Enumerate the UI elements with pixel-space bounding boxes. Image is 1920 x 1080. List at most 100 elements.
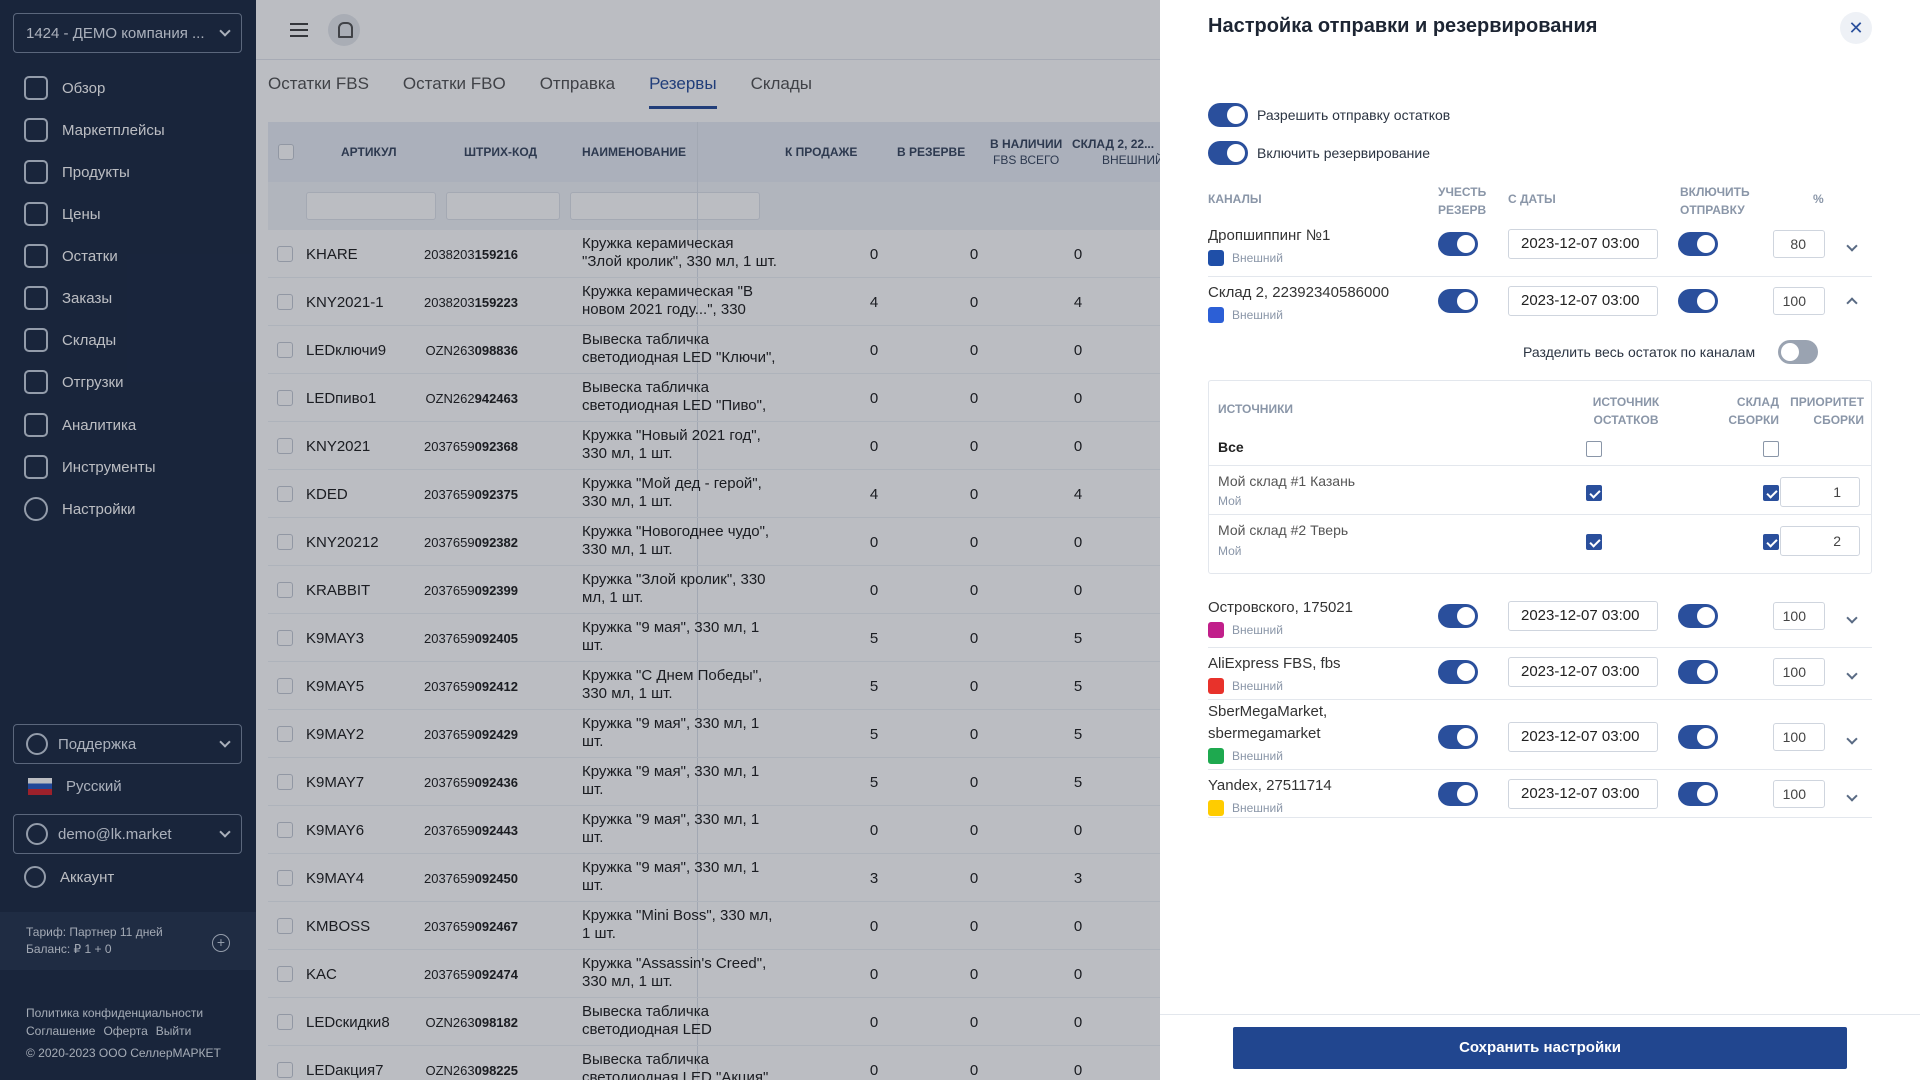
from-date-input[interactable]: 2023-12-07 03:00 xyxy=(1508,229,1658,259)
channel-name-line2: sbermegamarket xyxy=(1208,725,1321,742)
divider xyxy=(1209,465,1871,466)
all-source-checkbox[interactable] xyxy=(1586,441,1602,457)
expand-chevron-icon[interactable] xyxy=(1846,609,1858,626)
channel-type-label: Внешний xyxy=(1232,749,1283,763)
save-bar: Сохранить настройки xyxy=(1160,1014,1920,1080)
split-stock-label: Разделить весь остаток по каналам xyxy=(1523,344,1756,360)
percent-input[interactable]: 100 xyxy=(1773,287,1825,315)
send-header-line1: ВКЛЮЧИТЬ xyxy=(1680,185,1750,199)
channel-name: Островского, 175021 xyxy=(1208,599,1353,616)
from-date-header: С ДАТЫ xyxy=(1508,192,1556,206)
channel-name: Склад 2, 22392340586000 xyxy=(1208,284,1390,301)
from-date-input[interactable]: 2023-12-07 03:00 xyxy=(1508,601,1658,631)
assembly-checkbox[interactable] xyxy=(1763,485,1779,501)
percent-input[interactable]: 100 xyxy=(1773,602,1825,630)
send-header: ВКЛЮЧИТЬ ОТПРАВКУ xyxy=(1680,183,1750,219)
marketplace-icon xyxy=(1208,748,1224,764)
sources-header: ИСТОЧНИКИ xyxy=(1218,402,1294,416)
reserve-toggle[interactable] xyxy=(1438,289,1478,313)
channel-name-line1: SberMegaMarket, xyxy=(1208,703,1328,720)
priority-header: ПРИОРИТЕТ СБОРКИ xyxy=(1784,393,1864,429)
reserve-toggle[interactable] xyxy=(1438,660,1478,684)
reserve-toggle[interactable] xyxy=(1438,604,1478,628)
assembly-checkbox[interactable] xyxy=(1763,534,1779,550)
reserve-toggle[interactable] xyxy=(1438,232,1478,256)
close-icon[interactable]: ✕ xyxy=(1840,12,1872,44)
all-assembly-checkbox[interactable] xyxy=(1763,441,1779,457)
source-name: Мой склад #1 Казань xyxy=(1218,473,1356,489)
priority-header-line1: ПРИОРИТЕТ xyxy=(1790,395,1864,409)
percent-input[interactable]: 80 xyxy=(1773,230,1825,258)
from-date-input[interactable]: 2023-12-07 03:00 xyxy=(1508,657,1658,687)
percent-input[interactable]: 100 xyxy=(1773,658,1825,686)
reserve-toggle[interactable] xyxy=(1438,782,1478,806)
modal-overlay[interactable] xyxy=(0,0,1160,1080)
source-stock-checkbox[interactable] xyxy=(1586,534,1602,550)
from-date-input[interactable]: 2023-12-07 03:00 xyxy=(1508,779,1658,809)
assembly-wh-header: СКЛАД СБОРКИ xyxy=(1709,393,1779,429)
marketplace-icon xyxy=(1208,678,1224,694)
send-toggle[interactable] xyxy=(1678,725,1718,749)
channel-name: Дропшиппинг №1 xyxy=(1208,227,1331,244)
assembly-wh-header-line1: СКЛАД xyxy=(1736,395,1779,409)
marketplace-icon xyxy=(1208,307,1224,323)
channel-type-label: Внешний xyxy=(1232,801,1283,815)
channel-name: Yandex, 27511714 xyxy=(1208,777,1332,794)
channel-type-label: Внешний xyxy=(1232,308,1283,322)
channel-row: Дропшиппинг №1 Внешний 2023-12-07 03:00 80 xyxy=(1208,220,1872,277)
channel-type: Внешний xyxy=(1208,678,1283,694)
expand-chevron-icon[interactable] xyxy=(1846,787,1858,804)
reserve-header: УЧЕСТЬ РЕЗЕРВ xyxy=(1438,183,1486,219)
split-stock-toggle[interactable] xyxy=(1778,340,1818,364)
source-stock-header: ИСТОЧНИК ОСТАТКОВ xyxy=(1586,393,1666,429)
expand-chevron-icon[interactable] xyxy=(1846,237,1858,254)
assembly-wh-header-line2: СБОРКИ xyxy=(1728,413,1779,427)
from-date-input[interactable]: 2023-12-07 03:00 xyxy=(1508,286,1658,316)
sources-all-label: Все xyxy=(1218,439,1244,455)
allow-send-toggle[interactable] xyxy=(1208,103,1248,127)
from-date-input[interactable]: 2023-12-07 03:00 xyxy=(1508,722,1658,752)
send-toggle[interactable] xyxy=(1678,232,1718,256)
save-settings-button[interactable]: Сохранить настройки xyxy=(1233,1027,1847,1069)
send-toggle[interactable] xyxy=(1678,782,1718,806)
source-type: Мой xyxy=(1218,494,1242,508)
channel-type-label: Внешний xyxy=(1232,679,1283,693)
channel-type: Внешний xyxy=(1208,622,1283,638)
channel-type: Внешний xyxy=(1208,800,1283,816)
enable-reserve-toggle[interactable] xyxy=(1208,141,1248,165)
source-name: Мой склад #2 Тверь xyxy=(1218,522,1349,538)
reserve-header-line2: РЕЗЕРВ xyxy=(1438,203,1487,217)
marketplace-icon xyxy=(1208,800,1224,816)
channel-type-label: Внешний xyxy=(1232,251,1283,265)
channel-type: Внешний xyxy=(1208,307,1283,323)
priority-input[interactable]: 1 xyxy=(1780,477,1860,507)
percent-header: % xyxy=(1813,192,1824,206)
source-stock-checkbox[interactable] xyxy=(1586,485,1602,501)
source-stock-header-line2: ОСТАТКОВ xyxy=(1593,413,1659,427)
channel-row: Yandex, 27511714 Внешний 2023-12-07 03:00 1… xyxy=(1208,770,1872,818)
channel-type: Внешний xyxy=(1208,748,1283,764)
send-toggle[interactable] xyxy=(1678,289,1718,313)
marketplace-icon xyxy=(1208,250,1224,266)
send-header-line2: ОТПРАВКУ xyxy=(1680,203,1745,217)
send-toggle[interactable] xyxy=(1678,660,1718,684)
reserve-header-line1: УЧЕСТЬ xyxy=(1438,185,1487,199)
divider xyxy=(1209,514,1871,515)
channel-row: SberMegaMarket, sbermegamarket Внешний 2023… xyxy=(1208,700,1872,770)
expand-chevron-icon[interactable] xyxy=(1846,294,1858,311)
allow-send-label: Разрешить отправку остатков xyxy=(1257,107,1451,123)
channel-row: Островского, 175021 Внешний 2023-12-07 03:… xyxy=(1208,592,1872,648)
marketplace-icon xyxy=(1208,622,1224,638)
expand-chevron-icon[interactable] xyxy=(1846,730,1858,747)
channel-name: SberMegaMarket, sbermegamarket xyxy=(1208,701,1327,745)
send-toggle[interactable] xyxy=(1678,604,1718,628)
priority-input[interactable]: 2 xyxy=(1780,526,1860,556)
percent-input[interactable]: 100 xyxy=(1773,780,1825,808)
channel-row: AliExpress FBS, fbs Внешний 2023-12-07 03:… xyxy=(1208,648,1872,700)
channel-name: AliExpress FBS, fbs xyxy=(1208,655,1341,672)
reserve-toggle[interactable] xyxy=(1438,725,1478,749)
expand-chevron-icon[interactable] xyxy=(1846,665,1858,682)
sources-panel: ИСТОЧНИКИ ИСТОЧНИК ОСТАТКОВ СКЛАД СБОРКИ П… xyxy=(1208,380,1872,574)
percent-input[interactable]: 100 xyxy=(1773,723,1825,751)
drawer-title: Настройка отправки и резервирования xyxy=(1208,15,1598,37)
